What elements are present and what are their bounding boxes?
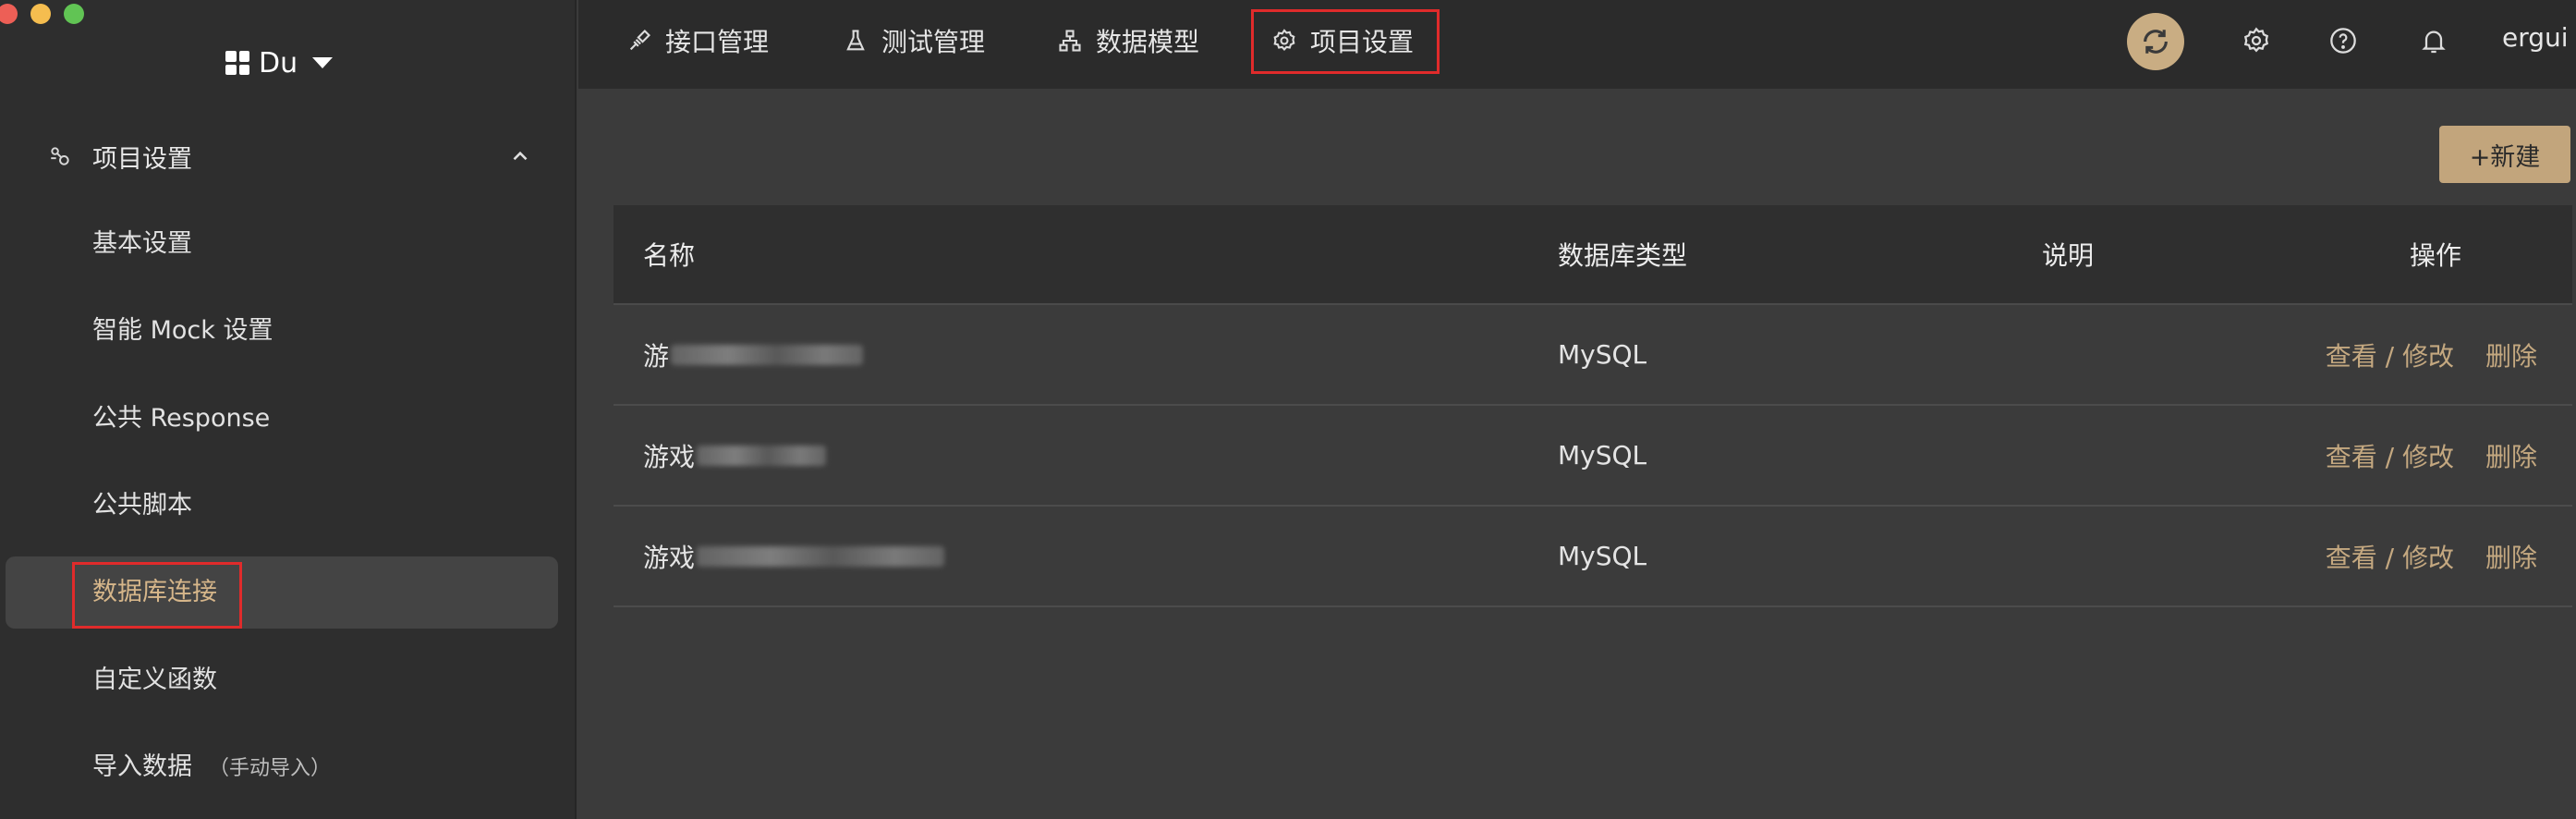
tab-project-settings[interactable]: 项目设置 xyxy=(1271,18,1414,63)
minimize-window-button[interactable] xyxy=(30,4,51,24)
tab-label: 接口管理 xyxy=(665,27,770,57)
sidebar-item-label: 公共 Response xyxy=(92,404,271,433)
table-row: 游 MySQL 查看 / 修改 删除 xyxy=(614,305,2572,406)
row-name: 游 xyxy=(643,336,864,373)
view-edit-link[interactable]: 查看 / 修改 xyxy=(2326,437,2454,474)
column-header-name: 名称 xyxy=(643,240,696,271)
workspace-grid-icon xyxy=(225,51,249,75)
new-connection-button[interactable]: +新建 xyxy=(2439,126,2570,183)
row-name-text: 游 xyxy=(643,340,670,372)
sidebar-item-mock-settings[interactable]: 智能 Mock 设置 xyxy=(92,311,273,351)
sidebar: Du 项目设置 基本设置 智能 Mock 设置 公共 Response 公共脚本… xyxy=(0,0,577,819)
sidebar-section-title: 项目设置 xyxy=(92,144,192,174)
help-icon[interactable] xyxy=(2328,26,2358,55)
row-name: 游戏 xyxy=(643,538,945,575)
row-name: 游戏 xyxy=(643,437,827,474)
settings-nodes-icon xyxy=(51,147,69,165)
caret-down-icon xyxy=(312,57,334,68)
tab-label: 测试管理 xyxy=(881,27,986,57)
view-edit-link[interactable]: 查看 / 修改 xyxy=(2326,538,2454,575)
close-window-button[interactable] xyxy=(0,4,18,24)
table-row: 游戏 MySQL 查看 / 修改 删除 xyxy=(614,406,2572,507)
tab-label: 项目设置 xyxy=(1310,27,1415,57)
data-model-icon xyxy=(1059,30,1081,52)
table-header: 名称 数据库类型 说明 操作 xyxy=(614,205,2572,305)
delete-link[interactable]: 删除 xyxy=(2485,437,2537,474)
sidebar-item-label: 数据库连接 xyxy=(92,578,217,606)
sidebar-item-database-connection[interactable]: 数据库连接 xyxy=(92,572,217,613)
sidebar-item-custom-functions[interactable]: 自定义函数 xyxy=(92,660,217,701)
redacted-text xyxy=(697,545,945,567)
table-row: 游戏 MySQL 查看 / 修改 删除 xyxy=(614,507,2572,607)
row-db-type: MySQL xyxy=(1558,541,1647,571)
column-header-description: 说明 xyxy=(2042,240,2095,271)
sidebar-item-basic-settings[interactable]: 基本设置 xyxy=(92,224,192,264)
flask-icon xyxy=(846,30,865,51)
workspace-name: Du xyxy=(259,46,298,79)
sidebar-item-public-response[interactable]: 公共 Response xyxy=(92,398,270,439)
sidebar-item-label: 公共脚本 xyxy=(92,491,192,520)
sidebar-item-sublabel: （手动导入） xyxy=(209,757,332,780)
workspace-switcher[interactable]: Du xyxy=(225,44,334,81)
column-header-db-type: 数据库类型 xyxy=(1558,240,1688,271)
delete-link[interactable]: 删除 xyxy=(2485,538,2537,575)
settings-gear-icon[interactable] xyxy=(2242,26,2271,55)
redacted-text xyxy=(697,445,827,466)
active-item-background xyxy=(6,556,558,629)
row-name-text: 游戏 xyxy=(643,441,696,472)
user-name[interactable]: ergui xyxy=(2502,22,2569,53)
column-header-actions: 操作 xyxy=(2410,240,2462,271)
tab-test-management[interactable]: 测试管理 xyxy=(843,18,985,63)
row-db-type: MySQL xyxy=(1558,339,1647,370)
tab-data-model[interactable]: 数据模型 xyxy=(1057,18,1199,63)
api-icon xyxy=(629,30,650,51)
tab-label: 数据模型 xyxy=(1096,27,1200,57)
sidebar-item-label: 导入数据 xyxy=(92,752,192,781)
sidebar-item-label: 智能 Mock 设置 xyxy=(92,316,273,345)
sync-button[interactable] xyxy=(2127,13,2184,70)
row-db-type: MySQL xyxy=(1558,440,1647,471)
sidebar-item-public-scripts[interactable]: 公共脚本 xyxy=(92,485,192,526)
row-name-text: 游戏 xyxy=(643,542,696,573)
view-edit-link[interactable]: 查看 / 修改 xyxy=(2326,336,2454,373)
row-actions: 查看 / 修改 删除 xyxy=(2326,538,2537,575)
tab-api-management[interactable]: 接口管理 xyxy=(626,18,769,63)
maximize-window-button[interactable] xyxy=(64,4,84,24)
database-connections-table: 名称 数据库类型 说明 操作 游 MySQL 查看 / 修改 删除 游戏 MyS… xyxy=(614,205,2572,607)
sidebar-item-label: 基本设置 xyxy=(92,229,192,258)
gear-icon xyxy=(1273,29,1295,52)
chevron-up-icon[interactable] xyxy=(508,144,532,168)
sync-icon xyxy=(2144,30,2168,54)
redacted-text xyxy=(671,344,864,365)
row-actions: 查看 / 修改 删除 xyxy=(2326,336,2537,373)
sidebar-item-import-data[interactable]: 导入数据 （手动导入） xyxy=(92,747,331,788)
bell-icon[interactable] xyxy=(2419,26,2448,55)
window-controls xyxy=(0,4,84,24)
row-actions: 查看 / 修改 删除 xyxy=(2326,437,2537,474)
delete-link[interactable]: 删除 xyxy=(2485,336,2537,373)
sidebar-section-project-settings[interactable]: 项目设置 xyxy=(48,135,532,177)
sidebar-item-label: 自定义函数 xyxy=(92,666,217,694)
